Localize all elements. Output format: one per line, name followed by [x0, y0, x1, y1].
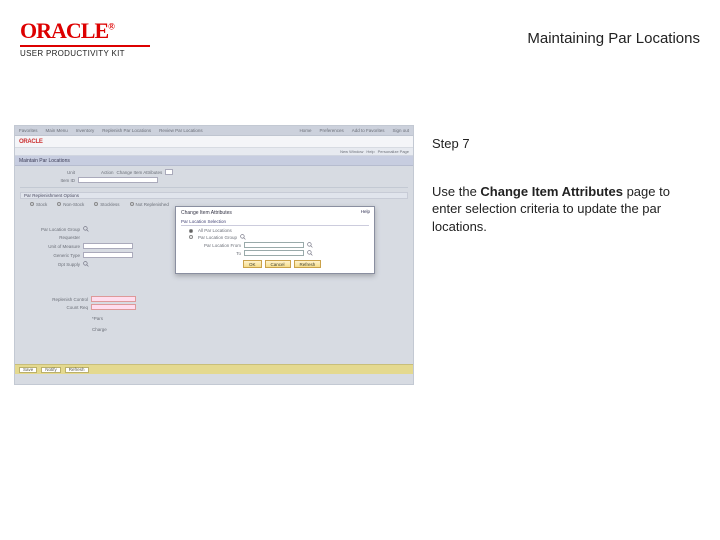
breadcrumb-item[interactable]: Main Menu — [46, 128, 68, 133]
breadcrumb-bar: Favorites Main Menu Inventory Replenish … — [15, 126, 413, 136]
page-title: Maintain Par Locations — [19, 158, 70, 164]
divider — [20, 187, 408, 188]
brand-bar: ORACLE — [15, 136, 413, 148]
lookup-icon[interactable] — [307, 250, 313, 256]
label-par-group: Par Location Group — [20, 227, 80, 232]
dialog-title: Change Item Attributes — [181, 210, 369, 216]
radio-par-group[interactable] — [189, 235, 193, 239]
page-body: Unit Action Change Item Attributes Item … — [15, 166, 413, 374]
lookup-icon[interactable] — [83, 261, 89, 267]
radio-all-par-label: All Par Locations — [198, 228, 232, 233]
label-requester: Requester — [20, 235, 80, 240]
refresh-button[interactable]: Refresh — [65, 367, 89, 373]
breadcrumb-item[interactable]: Favorites — [19, 128, 38, 133]
breadcrumb-item[interactable]: Review Par Locations — [159, 128, 203, 133]
uom-field[interactable] — [83, 243, 133, 249]
label-charge: Charge — [92, 327, 155, 332]
app-screenshot: Favorites Main Menu Inventory Replenish … — [14, 125, 414, 385]
oracle-logo-text: ORACLE — [20, 18, 108, 43]
label-optsupply: Opt Supply — [20, 262, 80, 267]
topnav-link-fav[interactable]: Add to Favorites — [352, 128, 385, 133]
link-help[interactable]: Help — [366, 149, 374, 154]
action-dropdown[interactable] — [165, 169, 173, 175]
replenish-control-field[interactable] — [91, 296, 136, 302]
page-footer-toolbar: Save Notify Refresh — [15, 364, 413, 374]
oracle-logo-tm: ® — [108, 22, 114, 32]
refresh-button[interactable]: Refresh — [294, 260, 322, 268]
label-par-to: To — [181, 251, 241, 256]
change-item-attributes-dialog: Change Item Attributes Help Par Location… — [175, 206, 375, 274]
label-pars: *Pars — [92, 316, 155, 321]
par-from-field[interactable] — [244, 242, 304, 248]
radio-stock[interactable] — [30, 202, 34, 206]
logo-subtitle: USER PRODUCTIVITY KIT — [20, 49, 150, 58]
step-label: Step 7 — [432, 135, 692, 153]
count-req-field[interactable] — [91, 304, 136, 310]
value-action: Change Item Attributes — [117, 170, 163, 175]
label-unit: Unit — [20, 170, 75, 175]
label-par-from: Par Location From — [181, 243, 241, 248]
radio-nonstock[interactable] — [57, 202, 61, 206]
dialog-help-link[interactable]: Help — [361, 209, 370, 214]
lookup-icon[interactable] — [307, 242, 313, 248]
instruction-bold: Change Item Attributes — [480, 184, 623, 199]
label-action: Action — [101, 170, 114, 175]
instruction-text: Use the Change Item Attributes page to e… — [432, 183, 692, 236]
breadcrumb-item[interactable]: Inventory — [76, 128, 95, 133]
link-personalize[interactable]: Personalize Page — [378, 149, 409, 154]
generic-field[interactable] — [83, 252, 133, 258]
save-button[interactable]: Save — [19, 367, 37, 373]
label-uom: Unit of Measure — [20, 244, 80, 249]
left-extra-form: Replenish Control Count Req *Pars Charge — [20, 296, 155, 332]
notify-button[interactable]: Notify — [41, 367, 61, 373]
radio-par-group-label: Par Location Group — [198, 235, 237, 240]
radio-all-par[interactable] — [189, 229, 193, 233]
section-par-options: Par Replenishment Options — [20, 192, 408, 199]
label-count-req: Count Req — [20, 305, 88, 310]
label-generic: Generic Type — [20, 253, 80, 258]
mini-oracle-logo: ORACLE — [19, 139, 43, 145]
radio-stockless[interactable] — [94, 202, 98, 206]
topnav-link-prefs[interactable]: Preferences — [319, 128, 343, 133]
dialog-section-header: Par Location Selection — [181, 219, 369, 226]
oracle-logo: ORACLE® — [20, 20, 150, 42]
instruction-column: Step 7 Use the Change Item Attributes pa… — [432, 135, 692, 235]
par-to-field[interactable] — [244, 250, 304, 256]
lookup-icon[interactable] — [83, 226, 89, 232]
document-title: Maintaining Par Locations — [527, 20, 700, 47]
ok-button[interactable]: OK — [243, 260, 262, 268]
itemid-field[interactable] — [78, 177, 158, 183]
page-title-bar: Maintain Par Locations — [15, 156, 413, 166]
oracle-logo-block: ORACLE® USER PRODUCTIVITY KIT — [20, 20, 150, 58]
instruction-pre: Use the — [432, 184, 480, 199]
breadcrumb-item[interactable]: Replenish Par Locations — [102, 128, 151, 133]
radio-notreplen[interactable] — [130, 202, 134, 206]
topnav-link-home[interactable]: Home — [299, 128, 311, 133]
cancel-button[interactable]: Cancel — [265, 260, 291, 268]
topnav-link-signout[interactable]: Sign out — [392, 128, 409, 133]
label-replenish-control: Replenish Control — [20, 297, 88, 302]
label-itemid: Item ID — [20, 178, 75, 183]
lookup-icon[interactable] — [240, 234, 246, 240]
link-new-window[interactable]: New Window — [340, 149, 363, 154]
left-form: Par Location Group Requester Unit of Mea… — [20, 226, 170, 270]
logo-divider — [20, 45, 150, 47]
sub-toolbar: New Window Help Personalize Page — [15, 148, 413, 156]
